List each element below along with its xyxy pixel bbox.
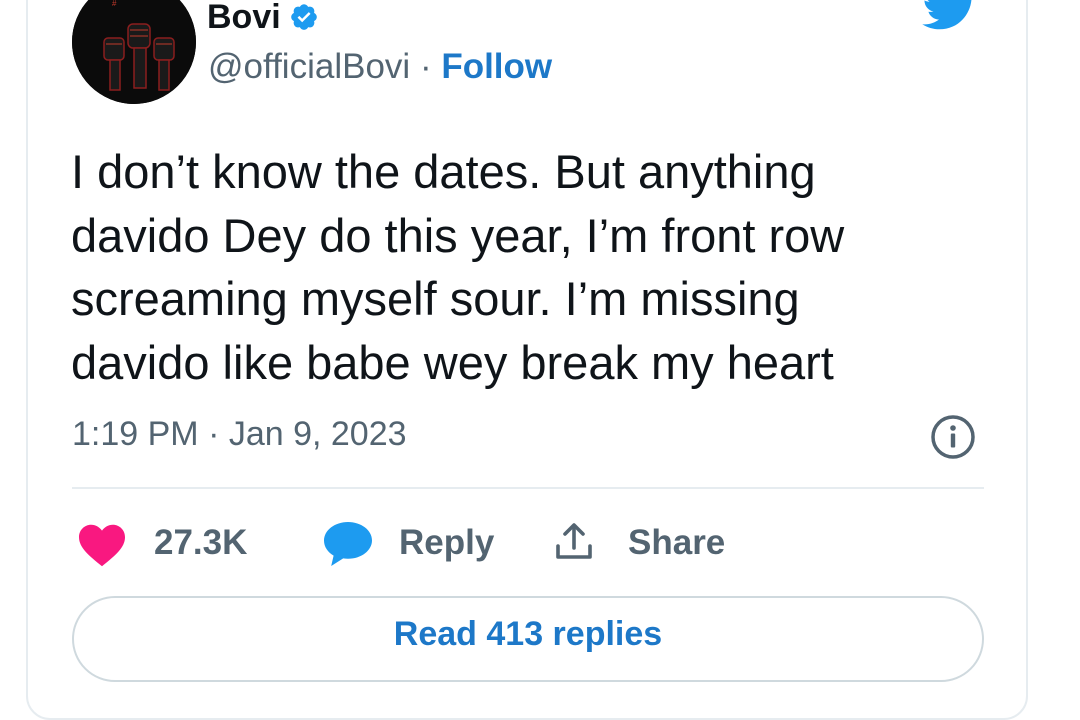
info-icon[interactable]: [930, 414, 976, 460]
like-count[interactable]: 27.3K: [154, 520, 247, 566]
handle-separator: ·: [419, 47, 432, 86]
display-name-text[interactable]: Bovi: [207, 0, 281, 36]
read-replies-label: Read 413 replies: [393, 615, 663, 653]
heart-icon[interactable]: [78, 523, 126, 567]
divider: [72, 487, 984, 489]
follow-button[interactable]: Follow: [441, 47, 552, 86]
verified-badge-icon: [290, 4, 317, 30]
author-handle-row: @officialBovi · Follow: [208, 46, 552, 88]
author-display-name[interactable]: Bovi: [207, 0, 319, 36]
read-replies-button[interactable]: Read 413 replies: [72, 596, 984, 682]
share-button[interactable]: Share: [628, 520, 725, 566]
share-upload-icon[interactable]: [550, 518, 598, 566]
tweet-body-text: I don’t know the dates. But anything dav…: [71, 145, 845, 389]
reply-button[interactable]: Reply: [399, 520, 494, 566]
svg-text:#: #: [112, 0, 117, 8]
speech-bubble-icon[interactable]: [322, 520, 374, 568]
tweet-timestamp[interactable]: 1:19 PM · Jan 9, 2023: [72, 412, 407, 456]
author-handle[interactable]: @officialBovi: [208, 47, 410, 86]
twitter-bird-icon[interactable]: [918, 0, 980, 36]
